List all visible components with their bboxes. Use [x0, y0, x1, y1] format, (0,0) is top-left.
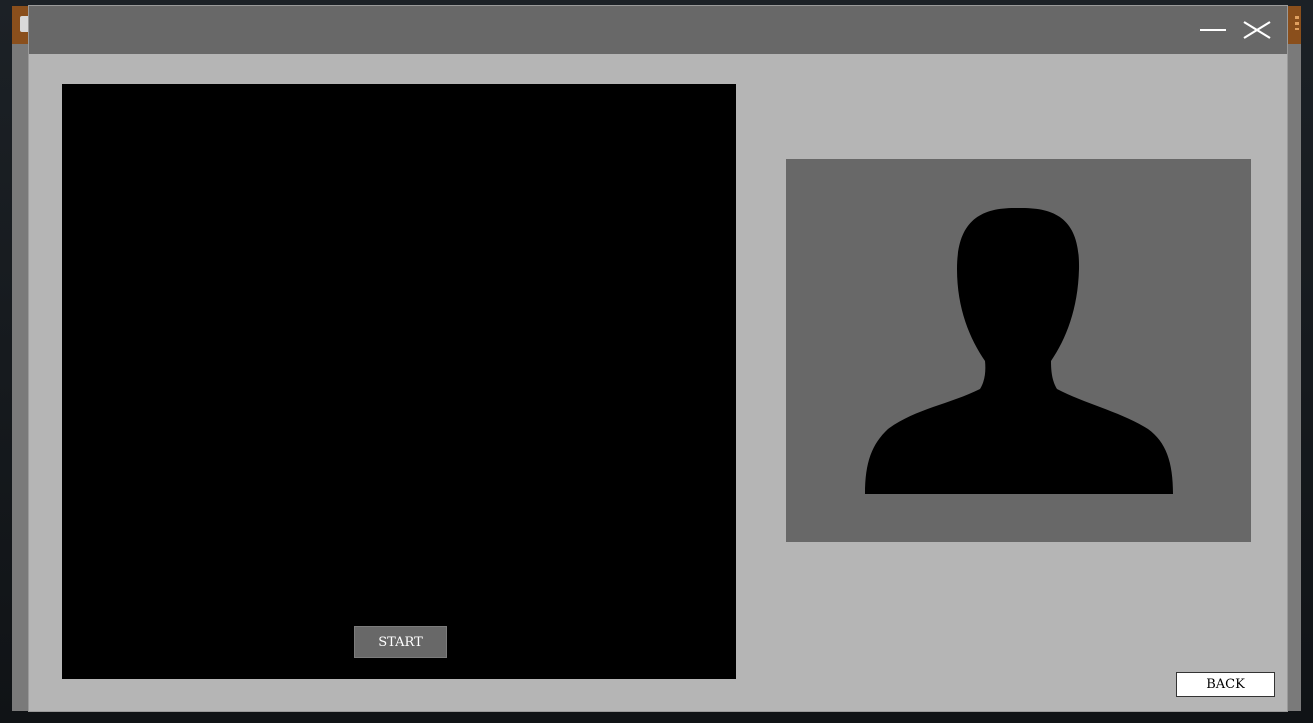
- camera-preview: START: [62, 84, 736, 679]
- minimize-icon: [1200, 29, 1226, 31]
- close-button[interactable]: [1241, 14, 1273, 46]
- dialog-titlebar: [29, 6, 1287, 54]
- start-button[interactable]: START: [354, 626, 447, 658]
- person-silhouette-icon: [865, 207, 1173, 494]
- parent-menu-icon: [1295, 16, 1299, 30]
- minimize-button[interactable]: [1197, 14, 1229, 46]
- photo-placeholder: [786, 159, 1251, 542]
- back-button[interactable]: BACK: [1176, 672, 1275, 697]
- capture-dialog: START BACK: [29, 6, 1287, 711]
- close-icon: [1243, 21, 1271, 39]
